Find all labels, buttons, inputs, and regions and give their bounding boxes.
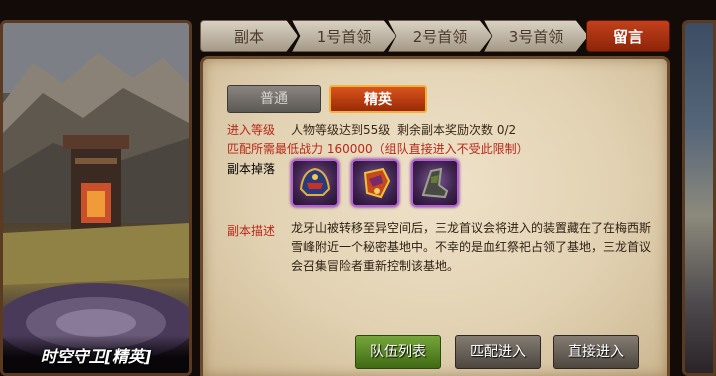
- level-requirement: 人物等级达到55级: [291, 123, 391, 137]
- level-requirement-row: 进入等级 人物等级达到55级 剩余副本奖励次数 0/2: [227, 121, 516, 138]
- helmet-icon: [299, 167, 331, 196]
- drop-item[interactable]: [411, 159, 459, 207]
- power-requirement: 匹配所需最低战力 160000（组队直接进入不受此限制）: [227, 142, 529, 156]
- mode-normal-button[interactable]: 普通: [227, 85, 321, 113]
- dungeon-card-title: 时空守卫[精英]: [3, 335, 189, 373]
- tab-boss-3[interactable]: 3号首领: [484, 20, 588, 52]
- mode-elite-button[interactable]: 精英: [329, 85, 427, 113]
- tab-dungeon[interactable]: 副本: [200, 20, 298, 52]
- drop-item[interactable]: [291, 159, 339, 207]
- tab-message[interactable]: 留言: [586, 20, 670, 52]
- dungeon-info-panel: 普通 精英 进入等级 人物等级达到55级 剩余副本奖励次数 0/2 匹配所需最低…: [200, 56, 670, 376]
- description-label: 副本描述: [227, 224, 276, 238]
- drops-label: 副本掉落: [227, 162, 276, 176]
- direct-enter-button[interactable]: 直接进入: [553, 335, 639, 369]
- description-text: 龙牙山被转移至异空间后，三龙首议会将进入的装置藏在了在梅西斯雪峰附近一个秘密基地…: [291, 221, 652, 273]
- tab-boss-1[interactable]: 1号首领: [292, 20, 396, 52]
- team-list-button[interactable]: 队伍列表: [355, 335, 441, 369]
- level-label: 进入等级: [227, 123, 276, 137]
- dungeon-scene-image: [3, 23, 189, 363]
- drop-item[interactable]: [351, 159, 399, 207]
- dungeon-card[interactable]: 时空守卫[精英]: [0, 20, 192, 376]
- match-enter-button[interactable]: 匹配进入: [455, 335, 541, 369]
- gauntlet-icon: [363, 167, 391, 199]
- tab-boss-2[interactable]: 2号首领: [388, 20, 492, 52]
- next-dungeon-card[interactable]: [682, 20, 716, 376]
- boots-icon: [421, 167, 449, 199]
- reward-count: 剩余副本奖励次数 0/2: [397, 123, 517, 137]
